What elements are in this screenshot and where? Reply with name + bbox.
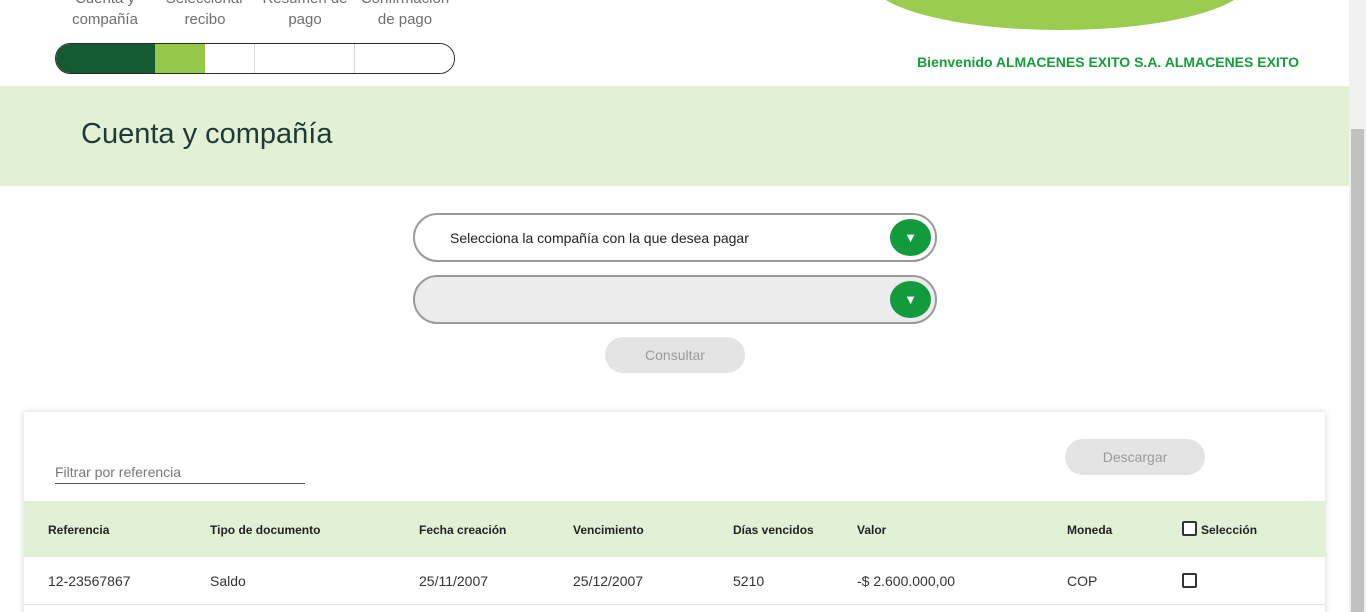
company-select[interactable]: Selecciona la compañía con la que desea … <box>413 213 937 262</box>
step-labels: Cuenta y compañía Seleccionar recibo Res… <box>55 0 455 32</box>
page-title: Cuenta y compañía <box>81 118 333 150</box>
cell-referencia: 12-23567867 <box>48 573 131 589</box>
table-header: Referencia Tipo de documento Fecha creac… <box>24 501 1325 557</box>
step-progress-bar <box>55 43 455 74</box>
download-button[interactable]: Descargar <box>1065 439 1205 475</box>
column-header-valor[interactable]: Valor <box>857 523 886 537</box>
account-select[interactable]: ▼ <box>413 275 937 324</box>
scrollbar-thumb[interactable] <box>1351 129 1364 612</box>
company-select-value: Selecciona la compañía con la que desea … <box>450 230 749 246</box>
cell-vencimiento: 25/12/2007 <box>573 573 644 589</box>
table-row: 12-23567867 Saldo 25/11/2007 25/12/2007 … <box>24 557 1325 605</box>
chevron-down-icon: ▼ <box>904 230 917 245</box>
reference-filter-input[interactable] <box>55 460 305 483</box>
cell-valor: -$ 2.600.000,00 <box>857 573 956 589</box>
column-header-seleccion: Selección <box>1201 523 1258 537</box>
cell-tipo: Saldo <box>210 573 246 589</box>
cell-dias: 5210 <box>733 573 765 589</box>
consult-button[interactable]: Consultar <box>605 337 745 373</box>
step-label-resumen: Resumen de pago <box>262 0 347 28</box>
progress-segment-active <box>154 44 206 73</box>
cell-moneda: COP <box>1067 573 1098 589</box>
receipts-card: Descargar Referencia Tipo de documento F… <box>24 412 1325 612</box>
brand-logo-shape <box>870 0 1250 30</box>
welcome-message: Bienvenido ALMACENES EXITO S.A. ALMACENE… <box>917 54 1299 70</box>
progress-segment-pending <box>354 44 454 73</box>
account-select-toggle[interactable]: ▼ <box>890 281 931 318</box>
vertical-scrollbar[interactable] <box>1349 0 1366 612</box>
header: Cuenta y compañía Seleccionar recibo Res… <box>0 0 1349 86</box>
column-header-tipo[interactable]: Tipo de documento <box>210 523 320 537</box>
column-header-dias[interactable]: Días vencidos <box>733 523 814 537</box>
chevron-down-icon: ▼ <box>904 292 917 307</box>
column-header-vencimiento[interactable]: Vencimiento <box>573 523 644 537</box>
select-all-checkbox[interactable] <box>1182 521 1197 536</box>
cell-fecha: 25/11/2007 <box>419 573 489 589</box>
column-header-moneda[interactable]: Moneda <box>1067 523 1112 537</box>
step-label-recibo: Seleccionar recibo <box>166 0 244 28</box>
company-select-toggle[interactable]: ▼ <box>890 219 931 256</box>
progress-segment-pending <box>255 44 355 73</box>
column-header-referencia[interactable]: Referencia <box>48 523 109 537</box>
progress-segment-pending <box>205 44 255 73</box>
page: Cuenta y compañía Seleccionar recibo Res… <box>0 0 1366 612</box>
step-label-cuenta: Cuenta y compañía <box>72 0 138 28</box>
row-select-checkbox[interactable] <box>1182 573 1197 588</box>
reference-filter[interactable] <box>55 460 305 484</box>
progress-segment-completed <box>56 44 155 73</box>
step-label-confirmacion: Confirmación de pago <box>361 0 449 28</box>
column-header-fecha[interactable]: Fecha creación <box>419 523 506 537</box>
